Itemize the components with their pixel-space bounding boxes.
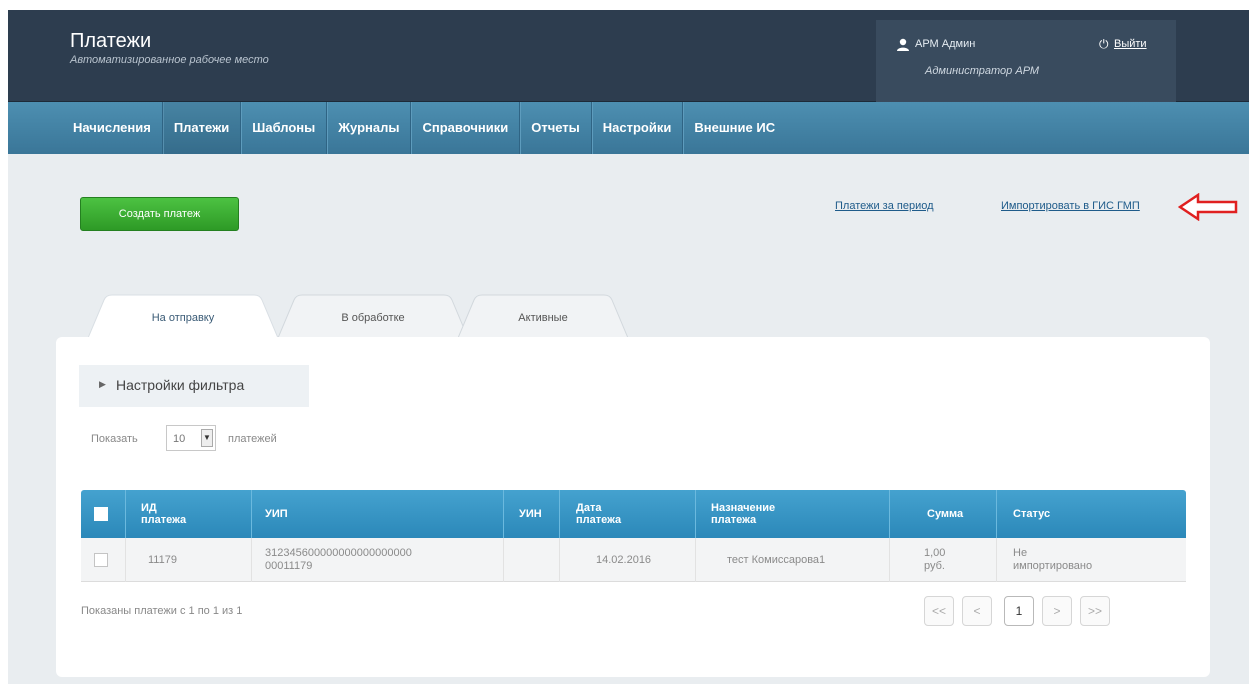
filter-settings-toggle[interactable]: ▶ Настройки фильтра <box>79 365 309 407</box>
page-size-value: 10 <box>173 433 186 445</box>
nav-item-accruals[interactable]: Начисления <box>62 102 163 154</box>
cell-sum: 1,00 руб. <box>924 547 946 572</box>
nav-item-payments[interactable]: Платежи <box>162 102 242 154</box>
tab-active[interactable]: Активные <box>458 294 628 338</box>
column-divider <box>125 490 126 538</box>
payments-for-period-link[interactable]: Платежи за период <box>835 200 934 212</box>
cell-divider <box>125 538 126 582</box>
col-payment-date[interactable]: Дата платежа <box>576 490 621 538</box>
row-checkbox[interactable] <box>94 553 108 567</box>
cell-divider <box>695 538 696 582</box>
nav-item-settings[interactable]: Настройки <box>592 102 684 154</box>
tab-label: В обработке <box>341 312 405 324</box>
cell-payment-date: 14.02.2016 <box>596 553 652 566</box>
red-arrow-annotation <box>1178 193 1238 221</box>
cell-uip: 312345600000000000000000 00011179 <box>265 547 412 572</box>
cell-status: Не импортировано <box>1013 547 1093 572</box>
dropdown-arrow-icon[interactable]: ▼ <box>201 429 213 447</box>
nav-item-external-systems[interactable]: Внешние ИС <box>683 102 786 154</box>
cell-divider <box>559 538 560 582</box>
page-size-select[interactable]: 10 ▼ <box>166 425 216 451</box>
select-all-checkbox[interactable] <box>94 507 108 521</box>
browser-viewport: Платежи Автоматизированное рабочее место… <box>0 0 1257 684</box>
logout-link[interactable]: Выйти <box>1114 38 1147 50</box>
content-area: Создать платеж Платежи за период Импорти… <box>8 154 1249 684</box>
column-divider <box>559 490 560 538</box>
app-title: Платежи <box>70 30 152 52</box>
tab-in-processing[interactable]: В обработке <box>278 294 468 338</box>
nav-item-references[interactable]: Справочники <box>411 102 521 154</box>
page-size-suffix: платежей <box>228 433 277 445</box>
column-divider <box>996 490 997 538</box>
user-panel: АРМ Админ Администратор АРМ ⏻ Выйти <box>876 20 1176 102</box>
table-row[interactable]: 11179 312345600000000000000000 00011179 … <box>81 538 1186 582</box>
tab-label: Активные <box>518 312 568 324</box>
col-uip[interactable]: УИП <box>265 490 288 538</box>
user-name: АРМ Админ <box>915 38 976 50</box>
payments-panel: ▶ Настройки фильтра Показать 10 ▼ платеж… <box>56 337 1210 677</box>
next-page-button[interactable]: > <box>1042 596 1072 626</box>
main-nav: Начисления Платежи Шаблоны Журналы Справ… <box>8 102 1249 154</box>
import-to-gis-gmp-link[interactable]: Импортировать в ГИС ГМП <box>1001 200 1140 212</box>
user-role: Администратор АРМ <box>925 65 1040 77</box>
cell-divider <box>889 538 890 582</box>
nav-item-reports[interactable]: Отчеты <box>520 102 592 154</box>
last-page-button[interactable]: >> <box>1080 596 1110 626</box>
cell-divider <box>996 538 997 582</box>
app-subtitle: Автоматизированное рабочее место <box>70 54 269 66</box>
app-header: Платежи Автоматизированное рабочее место… <box>8 10 1249 102</box>
first-page-button[interactable]: << <box>924 596 954 626</box>
cell-divider <box>251 538 252 582</box>
col-payment-purpose[interactable]: Назначение платежа <box>711 490 775 538</box>
brand: Платежи Автоматизированное рабочее место <box>70 29 269 67</box>
power-icon[interactable]: ⏻ <box>1099 37 1109 52</box>
user-icon <box>897 38 909 51</box>
page-size-prefix: Показать <box>91 433 138 445</box>
filter-settings-label: Настройки фильтра <box>116 377 245 393</box>
prev-page-button[interactable]: < <box>962 596 992 626</box>
page-1-button[interactable]: 1 <box>1004 596 1034 626</box>
cell-divider <box>503 538 504 582</box>
nav-items: Начисления Платежи Шаблоны Журналы Справ… <box>62 102 786 154</box>
column-divider <box>503 490 504 538</box>
column-divider <box>889 490 890 538</box>
col-payment-id[interactable]: ИД платежа <box>141 490 186 538</box>
tab-label: На отправку <box>151 312 215 324</box>
column-divider <box>251 490 252 538</box>
col-sum[interactable]: Сумма <box>927 490 963 538</box>
nav-item-templates[interactable]: Шаблоны <box>241 102 328 154</box>
chevron-right-icon: ▶ <box>99 379 106 389</box>
cell-payment-id: 11179 <box>148 553 177 566</box>
create-payment-button[interactable]: Создать платеж <box>80 197 239 231</box>
tab-to-send[interactable]: На отправку <box>88 294 278 338</box>
nav-item-journals[interactable]: Журналы <box>327 102 412 154</box>
col-status[interactable]: Статус <box>1013 490 1050 538</box>
table-header: ИД платежа УИП УИН Дата платежа Назначен… <box>81 490 1186 538</box>
col-uin[interactable]: УИН <box>519 490 542 538</box>
column-divider <box>695 490 696 538</box>
pagination-info: Показаны платежи с 1 по 1 из 1 <box>81 605 243 617</box>
cell-payment-purpose: тест Комиссарова1 <box>727 553 826 566</box>
